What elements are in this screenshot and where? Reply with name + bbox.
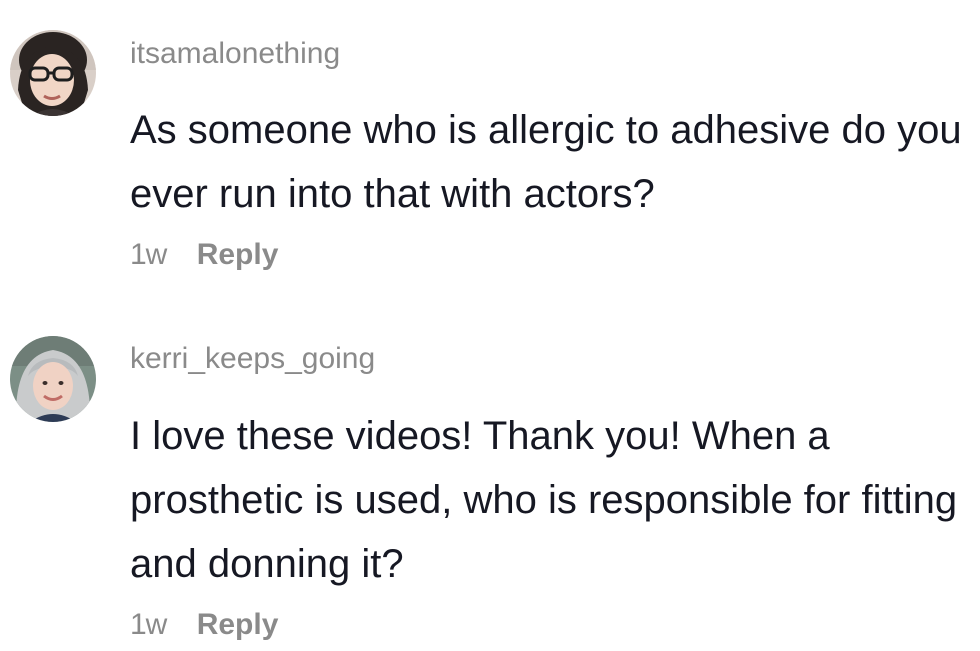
username[interactable]: kerri_keeps_going [130,342,375,376]
timestamp: 1w [130,608,167,641]
avatar-photo-icon [10,30,96,116]
reply-button[interactable]: Reply [197,608,279,641]
reply-button[interactable]: Reply [197,238,279,271]
avatar-photo-icon [10,336,96,422]
username[interactable]: itsamalonething [130,37,340,71]
comment-text: As someone who is allergic to adhesive d… [130,108,962,216]
comment-meta: 1w Reply [130,608,278,642]
comment-list: itsamalonething As someone who is allerg… [0,0,980,651]
avatar[interactable] [10,30,96,116]
comment-text: I love these videos! Thank you! When a p… [130,414,958,586]
timestamp: 1w [130,238,167,271]
comment-meta: 1w Reply [130,238,278,272]
avatar[interactable] [10,336,96,422]
